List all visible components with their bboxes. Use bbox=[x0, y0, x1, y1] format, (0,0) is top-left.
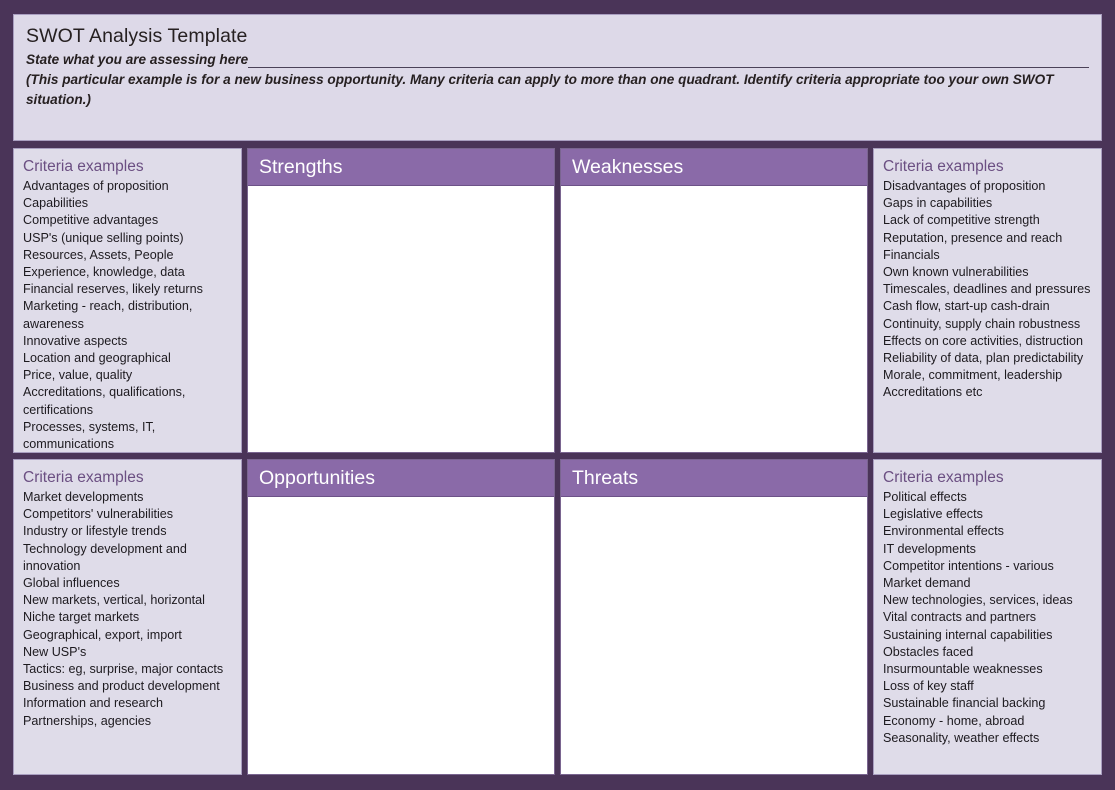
criteria-list-weaknesses: Disadvantages of proposition Gaps in cap… bbox=[883, 178, 1093, 402]
header-note: (This particular example is for a new bu… bbox=[26, 72, 1054, 107]
swot-grid: Criteria examples Advantages of proposit… bbox=[13, 148, 1102, 775]
criteria-title-weaknesses: Criteria examples bbox=[883, 158, 1004, 175]
list-item: Loss of key staff bbox=[883, 679, 974, 694]
swot-template-page: SWOT Analysis Template State what you ar… bbox=[0, 0, 1115, 790]
quadrant-opportunities: Opportunities bbox=[247, 459, 555, 775]
criteria-list-strengths: Advantages of proposition Capabilities C… bbox=[23, 178, 233, 452]
list-item: Advantages of proposition bbox=[23, 179, 169, 193]
list-item: Political effects bbox=[883, 490, 967, 504]
list-item: Obstacles faced bbox=[883, 644, 974, 659]
criteria-title-strengths: Criteria examples bbox=[23, 158, 144, 175]
list-item: Seasonality, weather effects bbox=[883, 730, 1040, 745]
list-item: Niche target markets bbox=[23, 610, 140, 625]
quadrant-header-weaknesses: Weaknesses bbox=[561, 149, 867, 186]
list-item: New technologies, services, ideas bbox=[883, 593, 1073, 608]
quadrant-header-threats: Threats bbox=[561, 460, 867, 497]
assessment-subject-input-rule[interactable] bbox=[248, 52, 1089, 68]
list-item: Competitive advantages bbox=[23, 213, 159, 228]
quadrant-threats: Threats bbox=[560, 459, 868, 775]
list-item: Reliability of data, plan predictability bbox=[883, 351, 1084, 366]
list-item: Innovative aspects bbox=[23, 333, 128, 348]
list-item: Tactics: eg, surprise, major contacts bbox=[23, 662, 224, 677]
quadrant-title-threats: Threats bbox=[572, 466, 639, 489]
criteria-panel-opportunities: Criteria examples Market developments Co… bbox=[13, 459, 242, 775]
list-item: New markets, vertical, horizontal bbox=[23, 593, 205, 608]
list-item: Information and research bbox=[23, 696, 164, 711]
page-title: SWOT Analysis Template bbox=[26, 25, 248, 47]
quadrant-strengths: Strengths bbox=[247, 148, 555, 453]
quadrant-body-strengths[interactable] bbox=[248, 186, 554, 452]
list-item: Experience, knowledge, data bbox=[23, 265, 185, 280]
list-item: Global influences bbox=[23, 576, 120, 591]
assessment-subject-label: State what you are assessing here bbox=[26, 52, 249, 67]
list-item: USP's (unique selling points) bbox=[23, 230, 184, 245]
quadrant-header-opportunities: Opportunities bbox=[248, 460, 554, 497]
quadrant-title-weaknesses: Weaknesses bbox=[572, 155, 684, 178]
swot-row-bottom: Criteria examples Market developments Co… bbox=[13, 459, 1102, 775]
list-item: Sustainable financial backing bbox=[883, 696, 1046, 711]
list-item: Vital contracts and partners bbox=[883, 610, 1037, 625]
criteria-panel-threats: Criteria examples Political effects Legi… bbox=[873, 459, 1102, 775]
criteria-title-opportunities: Criteria examples bbox=[23, 469, 144, 486]
list-item: Financials bbox=[883, 247, 940, 262]
header-panel: SWOT Analysis Template State what you ar… bbox=[13, 14, 1102, 141]
criteria-panel-strengths: Criteria examples Advantages of proposit… bbox=[13, 148, 242, 453]
list-item: Market demand bbox=[883, 576, 971, 591]
list-item: Competitor intentions - various bbox=[883, 558, 1054, 573]
list-item: Continuity, supply chain robustness bbox=[883, 316, 1081, 331]
quadrant-title-strengths: Strengths bbox=[259, 155, 343, 178]
criteria-title-threats: Criteria examples bbox=[883, 469, 1004, 486]
list-item: Economy - home, abroad bbox=[883, 713, 1025, 728]
list-item: Reputation, presence and reach bbox=[883, 230, 1063, 245]
list-item: Sustaining internal capabilities bbox=[883, 627, 1053, 642]
quadrant-header-strengths: Strengths bbox=[248, 149, 554, 186]
list-item: Resources, Assets, People bbox=[23, 247, 174, 262]
swot-row-top: Criteria examples Advantages of proposit… bbox=[13, 148, 1102, 453]
list-item: Legislative effects bbox=[883, 507, 983, 522]
quadrant-weaknesses: Weaknesses bbox=[560, 148, 868, 453]
list-item: Geographical, export, import bbox=[23, 627, 182, 642]
list-item: IT developments bbox=[883, 541, 976, 556]
criteria-list-threats: Political effects Legislative effects En… bbox=[883, 489, 1093, 747]
list-item: Accreditations etc bbox=[883, 385, 983, 400]
list-item: Timescales, deadlines and pressures bbox=[883, 282, 1091, 297]
list-item: Environmental effects bbox=[883, 524, 1004, 539]
list-item: Gaps in capabilities bbox=[883, 196, 993, 211]
list-item: Morale, commitment, leadership bbox=[883, 368, 1063, 383]
list-item: Price, value, quality bbox=[23, 368, 133, 383]
quadrant-body-opportunities[interactable] bbox=[248, 497, 554, 774]
list-item: Market developments bbox=[23, 490, 144, 504]
assessment-subject-row: State what you are assessing here bbox=[26, 50, 1089, 69]
list-item: Cash flow, start-up cash-drain bbox=[883, 299, 1050, 314]
list-item: Financial reserves, likely returns bbox=[23, 282, 203, 297]
list-item: Industry or lifestyle trends bbox=[23, 524, 167, 539]
list-item: New USP's bbox=[23, 644, 87, 659]
list-item: Effects on core activities, distruction bbox=[883, 333, 1083, 348]
list-item: Partnerships, agencies bbox=[23, 713, 152, 728]
list-item: Insurmountable weaknesses bbox=[883, 662, 1043, 677]
criteria-list-opportunities: Market developments Competitors' vulnera… bbox=[23, 489, 233, 730]
list-item: Business and product development bbox=[23, 679, 220, 694]
list-item: Lack of competitive strength bbox=[883, 213, 1040, 228]
list-item: Own known vulnerabilities bbox=[883, 265, 1029, 280]
list-item: Processes, systems, IT, communications bbox=[23, 419, 156, 452]
criteria-panel-weaknesses: Criteria examples Disadvantages of propo… bbox=[873, 148, 1102, 453]
quadrant-body-weaknesses[interactable] bbox=[561, 186, 867, 452]
quadrant-body-threats[interactable] bbox=[561, 497, 867, 774]
list-item: Accreditations, qualifications, certific… bbox=[23, 385, 186, 417]
list-item: Marketing - reach, distribution, awarene… bbox=[23, 299, 193, 331]
list-item: Location and geographical bbox=[23, 351, 171, 366]
list-item: Competitors' vulnerabilities bbox=[23, 507, 174, 522]
quadrant-title-opportunities: Opportunities bbox=[259, 466, 375, 489]
list-item: Disadvantages of proposition bbox=[883, 179, 1046, 193]
list-item: Technology development and innovation bbox=[23, 541, 187, 573]
list-item: Capabilities bbox=[23, 196, 89, 211]
